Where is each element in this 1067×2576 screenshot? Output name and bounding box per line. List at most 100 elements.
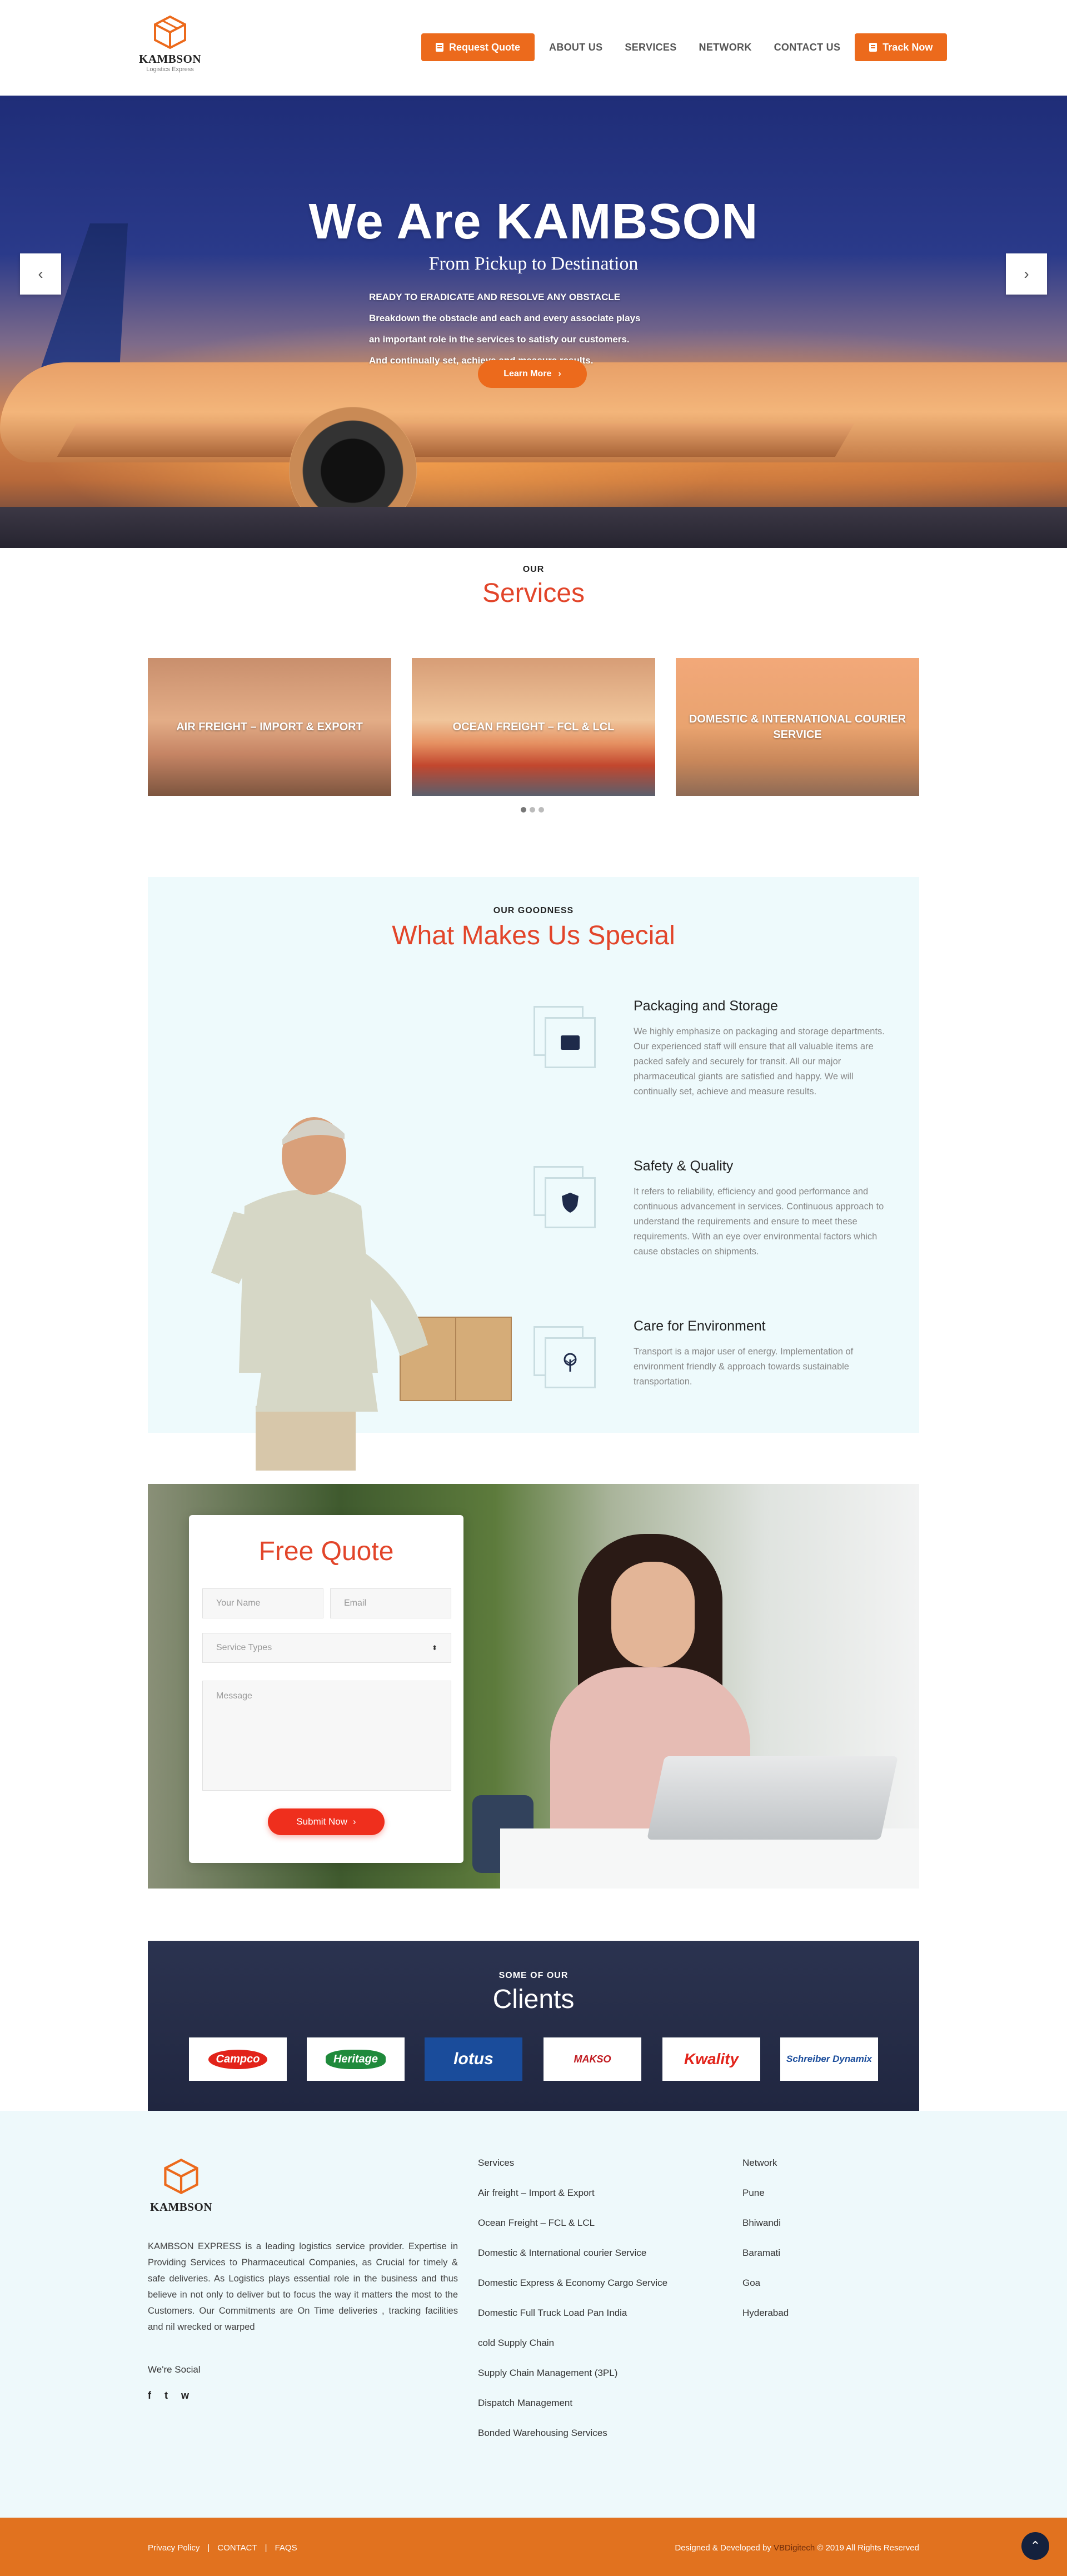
feature-title: Care for Environment: [634, 1318, 766, 1334]
divider: |: [207, 2543, 210, 2553]
footer-services-heading: Services: [478, 2158, 515, 2168]
chevron-up-icon: ⌃: [1030, 2539, 1041, 2553]
footer-link[interactable]: Domestic Express & Economy Cargo Service: [478, 2278, 667, 2308]
learn-more-button[interactable]: Learn More ›: [478, 360, 587, 388]
bottom-links: Privacy Policy | CONTACT | FAQS: [148, 2543, 297, 2553]
feature-text: We highly emphasize on packaging and sto…: [634, 1027, 885, 1097]
special-eyebrow: OUR GOODNESS: [493, 906, 574, 915]
name-input[interactable]: Your Name: [202, 1588, 323, 1618]
chevron-right-icon: ›: [558, 369, 561, 378]
chevron-left-icon: ‹: [38, 265, 43, 282]
quote-form: Free Quote Your Name Email Service Types…: [189, 1515, 463, 1863]
clients-heading: Clients: [492, 1985, 575, 2014]
hero-plane-wing: [57, 423, 855, 457]
footer-link[interactable]: Ocean Freight – FCL & LCL: [478, 2218, 667, 2248]
client-logo-makso: MAKSO: [544, 2037, 641, 2081]
carousel-dot[interactable]: [530, 807, 535, 813]
laptop-image: [647, 1756, 898, 1840]
twitter-icon[interactable]: t: [164, 2390, 168, 2401]
footer-link[interactable]: Baramati: [742, 2248, 789, 2278]
footer-link[interactable]: Bhiwandi: [742, 2218, 789, 2248]
footer-link[interactable]: Pune: [742, 2188, 789, 2218]
client-logo-kwality: Kwality: [662, 2037, 760, 2081]
footer-network-list: Network Pune Bhiwandi Baramati Goa Hyder…: [742, 2158, 789, 2338]
whatsapp-icon[interactable]: w: [181, 2390, 189, 2401]
footer-logo[interactable]: KAMBSON: [148, 2158, 215, 2214]
service-card-ocean-freight[interactable]: OCEAN FREIGHT – FCL & LCL: [412, 658, 655, 796]
footer-link[interactable]: Supply Chain Management (3PL): [478, 2368, 667, 2398]
quote-title: Free Quote: [258, 1537, 394, 1566]
contact-link[interactable]: CONTACT: [217, 2543, 257, 2553]
chevron-right-icon: ›: [1024, 265, 1029, 282]
service-card-label: DOMESTIC & INTERNATIONAL COURIER SERVICE: [689, 713, 906, 741]
hero-text: READY TO ERADICATE AND RESOLVE ANY OBSTA…: [369, 287, 725, 371]
feature-title: Packaging and Storage: [634, 998, 778, 1014]
logo-tagline: Logistics Express: [146, 66, 194, 73]
cube-logo-icon: [164, 2159, 198, 2194]
copyright: Designed & Developed by VBDigitech © 201…: [675, 2543, 919, 2553]
hero-title: We Are KAMBSON: [308, 194, 759, 250]
feature-title: Safety & Quality: [634, 1158, 734, 1174]
privacy-policy-link[interactable]: Privacy Policy: [148, 2543, 200, 2553]
footer-link[interactable]: Hyderabad: [742, 2308, 789, 2338]
track-now-button[interactable]: Track Now: [855, 33, 948, 61]
services-eyebrow: OUR: [522, 565, 545, 574]
footer-link[interactable]: cold Supply Chain: [478, 2338, 667, 2368]
client-logo-schreiber: Schreiber Dynamix: [780, 2037, 878, 2081]
request-quote-button[interactable]: Request Quote: [421, 33, 535, 61]
faqs-link[interactable]: FAQS: [275, 2543, 297, 2553]
feature-text: Transport is a major user of energy. Imp…: [634, 1347, 854, 1387]
footer-logo-name: KAMBSON: [149, 2200, 212, 2214]
facebook-icon[interactable]: f: [148, 2390, 151, 2401]
nav-network[interactable]: NETWORK: [691, 42, 760, 53]
logo[interactable]: KAMBSON Logistics Express: [137, 14, 203, 81]
document-icon: [869, 43, 877, 52]
service-card-courier[interactable]: DOMESTIC & INTERNATIONAL COURIER SERVICE: [676, 658, 919, 796]
nav-about-us[interactable]: ABOUT US: [541, 42, 610, 53]
cube-logo-icon: [154, 15, 186, 49]
box-icon: [561, 1035, 580, 1050]
hero-line: an important role in the services to sat…: [369, 334, 630, 345]
delivery-man-image: [211, 1117, 512, 1471]
safety-feature-icon: [534, 1166, 596, 1228]
nav-services[interactable]: SERVICES: [617, 42, 684, 53]
social-label: We're Social: [148, 2364, 201, 2375]
footer-link[interactable]: Goa: [742, 2278, 789, 2308]
document-icon: [436, 43, 443, 52]
carousel-dot[interactable]: [539, 807, 544, 813]
logo-name: KAMBSON: [138, 52, 201, 66]
service-type-select[interactable]: Service Types ⬍: [202, 1633, 451, 1663]
client-logo-heritage: Heritage: [307, 2037, 405, 2081]
select-arrows-icon: ⬍: [431, 1644, 437, 1652]
back-to-top-button[interactable]: ⌃: [1021, 2532, 1049, 2560]
services-heading: Services: [482, 579, 585, 608]
submit-button[interactable]: Submit Now ›: [268, 1808, 385, 1835]
feature-packaging: Packaging and Storage We highly emphasiz…: [634, 998, 895, 1099]
message-textarea[interactable]: Message: [202, 1681, 451, 1791]
divider: |: [265, 2543, 267, 2553]
service-card-label: AIR FREIGHT – IMPORT & EXPORT: [176, 721, 363, 733]
hero-line: READY TO ERADICATE AND RESOLVE ANY OBSTA…: [369, 292, 621, 302]
email-input[interactable]: Email: [330, 1588, 451, 1618]
site-header: KAMBSON Logistics Express Request Quote …: [0, 0, 1067, 96]
carousel-dot[interactable]: [521, 807, 526, 813]
slider-next-button[interactable]: ›: [1006, 253, 1047, 295]
footer-link[interactable]: Dispatch Management: [478, 2398, 667, 2428]
special-heading: What Makes Us Special: [392, 921, 675, 950]
clients-section: [148, 1941, 919, 2111]
feature-environment: Care for Environment Transport is a majo…: [634, 1318, 895, 1389]
client-logo-lotus: lotus: [425, 2037, 522, 2081]
nav-contact-us[interactable]: CONTACT US: [766, 42, 849, 53]
developer-link[interactable]: VBDigitech: [774, 2543, 815, 2553]
hero-slider: We Are KAMBSON From Pickup to Destinatio…: [0, 96, 1067, 548]
footer-link[interactable]: Air freight – Import & Export: [478, 2188, 667, 2218]
service-card-label: OCEAN FREIGHT – FCL & LCL: [452, 721, 615, 733]
shield-icon: [562, 1193, 579, 1213]
slider-prev-button[interactable]: ‹: [20, 253, 61, 295]
footer-link[interactable]: Domestic & International courier Service: [478, 2248, 667, 2278]
footer-network-heading: Network: [742, 2158, 777, 2168]
packaging-feature-icon: [534, 1006, 596, 1068]
footer-link[interactable]: Domestic Full Truck Load Pan India: [478, 2308, 667, 2338]
footer-link[interactable]: Bonded Warehousing Services: [478, 2428, 667, 2458]
service-card-air-freight[interactable]: AIR FREIGHT – IMPORT & EXPORT: [148, 658, 391, 796]
